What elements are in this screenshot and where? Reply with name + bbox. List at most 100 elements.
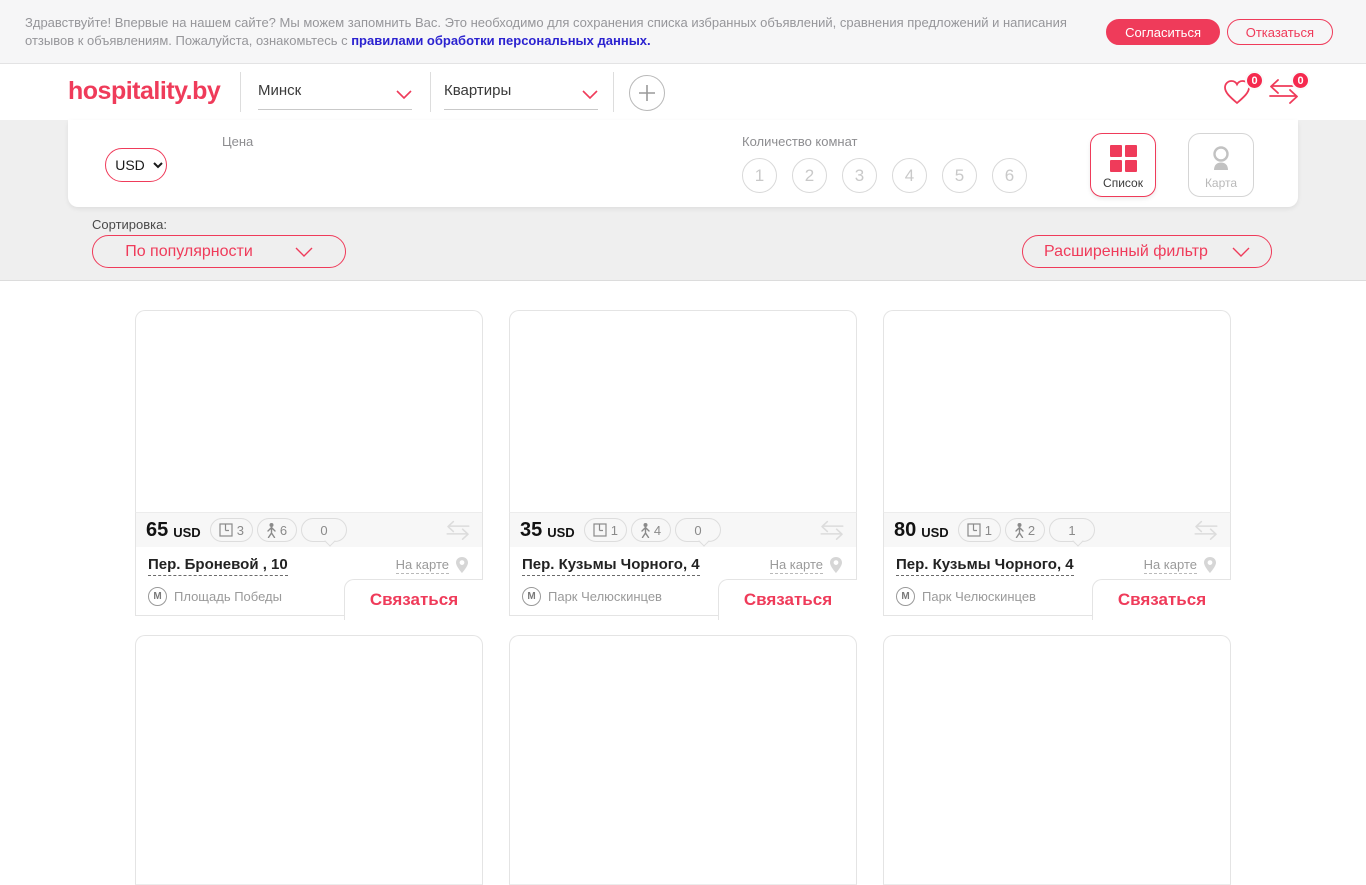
price-value: 35 — [520, 518, 543, 541]
guests-count: 6 — [279, 522, 288, 538]
city-selector[interactable]: Минск — [258, 80, 412, 110]
chevron-down-icon — [295, 247, 313, 257]
chevron-down-icon — [582, 90, 598, 99]
property-type-selector[interactable]: Квартиры — [444, 80, 598, 110]
guests-count: 2 — [1027, 522, 1036, 538]
reviews-badge: 0 — [300, 518, 347, 542]
plus-icon — [639, 85, 655, 101]
price-bar: 65 USD 3 6 0 — [135, 513, 483, 547]
on-map-link[interactable]: На карте — [1143, 556, 1218, 574]
view-list-button[interactable]: Список — [1090, 133, 1156, 197]
floorplan-icon — [219, 523, 233, 537]
swap-arrows-icon[interactable] — [444, 520, 472, 540]
person-icon — [1015, 522, 1024, 538]
city-selector-value: Минск — [258, 82, 302, 99]
person-icon — [641, 522, 650, 538]
listing-address-link[interactable]: Пер. Кузьмы Чорного, 4 — [522, 556, 700, 576]
swap-arrows-icon[interactable] — [1192, 520, 1220, 540]
person-icon — [267, 522, 276, 538]
rooms-count: 3 — [236, 522, 244, 538]
metro-m-icon: М — [148, 587, 167, 606]
listing-photo[interactable] — [883, 635, 1231, 885]
filter-panel: USD Цена Количество комнат 1 2 3 4 5 6 С… — [68, 120, 1298, 207]
listing-photo[interactable] — [509, 310, 857, 513]
room-count-5[interactable]: 5 — [942, 158, 977, 193]
listing-photo[interactable] — [135, 310, 483, 513]
view-map-label: Карта — [1204, 176, 1238, 190]
personal-data-policy-link[interactable]: правилами обработки персональных данных. — [351, 33, 650, 48]
listing-card[interactable] — [135, 635, 483, 885]
listing-stats: 3 6 0 — [209, 518, 347, 542]
listing-address-link[interactable]: Пер. Кузьмы Чорного, 4 — [896, 556, 1074, 576]
on-map-label: На карте — [769, 556, 823, 574]
reviews-count: 1 — [1068, 522, 1076, 538]
on-map-link[interactable]: На карте — [395, 556, 470, 574]
room-count-2[interactable]: 2 — [792, 158, 827, 193]
room-count-4[interactable]: 4 — [892, 158, 927, 193]
metro-station: Парк Челюскинцев — [922, 589, 1036, 604]
contact-button[interactable]: Связаться — [1092, 579, 1231, 620]
guests-badge: 6 — [256, 518, 297, 542]
reviews-badge: 0 — [674, 518, 721, 542]
map-pin-icon — [1213, 146, 1229, 170]
on-map-label: На карте — [395, 556, 449, 574]
listing-details: Пер. Кузьмы Чорного, 4 На карте М Парк Ч… — [509, 547, 857, 620]
grid-icon — [1109, 145, 1137, 172]
price-bar: 35 USD 1 4 0 — [509, 513, 857, 547]
accept-cookies-button[interactable]: Согласиться — [1106, 19, 1220, 45]
room-count-1[interactable]: 1 — [742, 158, 777, 193]
listing-card[interactable]: 80 USD 1 2 1 Пер. Кузьмы Чорного, 4 На к… — [883, 310, 1231, 620]
contact-button[interactable]: Связаться — [718, 579, 857, 620]
add-listing-button[interactable] — [629, 75, 665, 111]
listing-photo[interactable] — [509, 635, 857, 885]
metro-station: Парк Челюскинцев — [548, 589, 662, 604]
room-count-3[interactable]: 3 — [842, 158, 877, 193]
floorplan-icon — [967, 523, 981, 537]
guests-badge: 4 — [630, 518, 671, 542]
listing-card[interactable] — [509, 635, 857, 885]
metro-m-icon: М — [522, 587, 541, 606]
on-map-link[interactable]: На карте — [769, 556, 844, 574]
chevron-down-icon — [396, 90, 412, 99]
listing-address-link[interactable]: Пер. Броневой , 10 — [148, 556, 288, 576]
filter-zone: USD Цена Количество комнат 1 2 3 4 5 6 С… — [0, 120, 1366, 281]
contact-button[interactable]: Связаться — [344, 579, 483, 620]
reviews-count: 0 — [320, 522, 328, 538]
metro-m-icon: М — [896, 587, 915, 606]
price-value: 80 — [894, 518, 917, 541]
site-logo[interactable]: hospitality.by — [68, 77, 221, 106]
reviews-badge: 1 — [1048, 518, 1095, 542]
room-count-6[interactable]: 6 — [992, 158, 1027, 193]
rooms-badge: 3 — [209, 518, 253, 542]
property-type-value: Квартиры — [444, 82, 512, 99]
main-header: hospitality.by Минск Квартиры 0 0 — [0, 64, 1366, 120]
compare-count-badge: 0 — [1291, 71, 1310, 90]
advanced-filter-button[interactable]: Расширенный фильтр — [1022, 235, 1272, 268]
listing-photo[interactable] — [135, 635, 483, 885]
map-pin-icon — [1204, 557, 1216, 573]
decline-cookies-button[interactable]: Отказаться — [1226, 19, 1333, 45]
guests-badge: 2 — [1004, 518, 1045, 542]
listing-details: Пер. Кузьмы Чорного, 4 На карте М Парк Ч… — [883, 547, 1231, 620]
sort-select[interactable]: По популярности — [92, 235, 346, 268]
currency-select[interactable]: USD — [105, 148, 167, 182]
cookie-message: Здравствуйте! Впервые на нашем сайте? Мы… — [25, 14, 1070, 50]
advanced-filter-label: Расширенный фильтр — [1044, 242, 1208, 260]
view-map-button[interactable]: Карта — [1188, 133, 1254, 197]
listing-photo[interactable] — [883, 310, 1231, 513]
swap-arrows-icon[interactable] — [818, 520, 846, 540]
price-bar: 80 USD 1 2 1 — [883, 513, 1231, 547]
listing-card[interactable]: 35 USD 1 4 0 Пер. Кузьмы Чорного, 4 На к… — [509, 310, 857, 620]
sort-label: Сортировка: — [92, 217, 167, 232]
chevron-down-icon — [1232, 247, 1250, 257]
favorites-button[interactable]: 0 — [1222, 71, 1264, 112]
listing-stats: 1 4 0 — [583, 518, 721, 542]
map-pin-icon — [456, 557, 468, 573]
listing-card[interactable]: 65 USD 3 6 0 Пер. Броневой , 10 На карте… — [135, 310, 483, 620]
compare-button[interactable]: 0 — [1268, 71, 1310, 112]
metro-station: Площадь Победы — [174, 589, 282, 604]
price-currency: USD — [173, 524, 201, 540]
listing-card[interactable] — [883, 635, 1231, 885]
listing-stats: 1 2 1 — [957, 518, 1095, 542]
sort-current-value: По популярности — [125, 242, 253, 260]
